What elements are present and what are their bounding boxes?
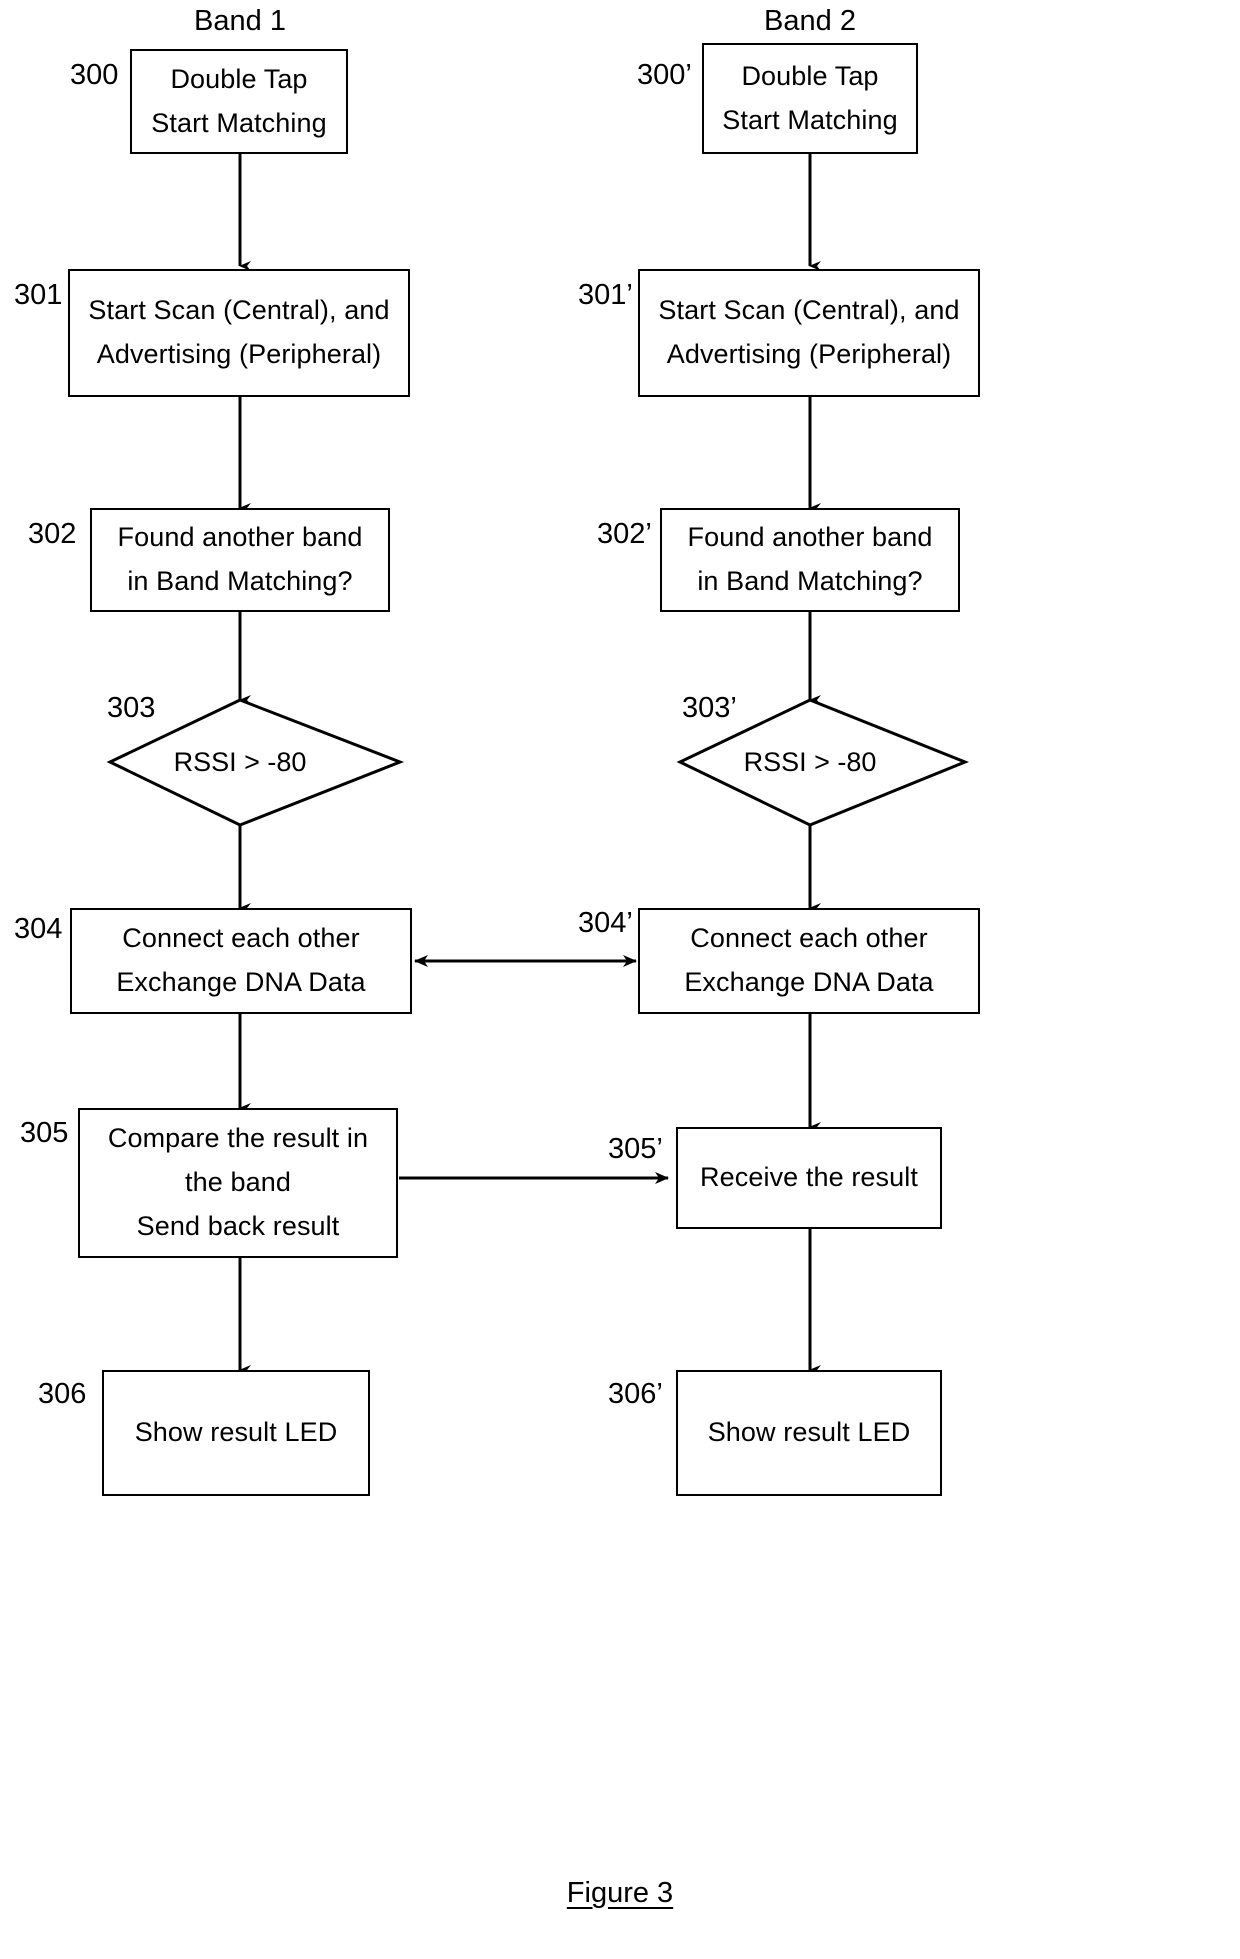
- node-304-line-1: Connect each other: [122, 923, 360, 954]
- node-300-line-2: Start Matching: [151, 107, 327, 138]
- ref-label-304p: 304’: [578, 907, 633, 939]
- node-305p-line-1: Receive the result: [700, 1162, 918, 1193]
- node-305-compare-send-back-result[interactable]: Compare the result in the band Send back…: [78, 1108, 398, 1258]
- ref-label-301p: 301’: [578, 279, 633, 311]
- node-301p-start-scan-advertising[interactable]: Start Scan (Central), and Advertising (P…: [638, 269, 980, 397]
- node-306-show-result-led[interactable]: Show result LED: [102, 1370, 370, 1496]
- node-304p-line-1: Connect each other: [690, 923, 928, 954]
- ref-label-303p: 303’: [682, 692, 737, 724]
- node-301-line-2: Advertising (Peripheral): [96, 339, 382, 369]
- node-300-line-1: Double Tap: [170, 63, 308, 94]
- node-300p-double-tap-start-matching[interactable]: Double Tap Start Matching: [702, 43, 918, 154]
- node-304p-connect-exchange-dna[interactable]: Connect each other Exchange DNA Data: [638, 908, 980, 1014]
- node-304p-line-2: Exchange DNA Data: [684, 967, 934, 997]
- ref-label-304: 304: [14, 913, 63, 945]
- node-304-connect-exchange-dna[interactable]: Connect each other Exchange DNA Data: [70, 908, 412, 1014]
- node-304-line-2: Exchange DNA Data: [116, 967, 366, 997]
- ref-label-306: 306: [38, 1378, 87, 1410]
- node-300p-line-2: Start Matching: [722, 104, 898, 135]
- column-title-band-2: Band 2: [764, 5, 856, 37]
- node-302p-found-another-band[interactable]: Found another band in Band Matching?: [660, 508, 960, 612]
- node-305-line-1: Compare the result in: [107, 1123, 369, 1154]
- node-302p-line-2: in Band Matching?: [697, 566, 923, 596]
- node-300p-line-1: Double Tap: [741, 60, 879, 91]
- ref-label-301: 301: [14, 279, 63, 311]
- node-306p-show-result-led[interactable]: Show result LED: [676, 1370, 942, 1496]
- node-302-line-1: Found another band: [117, 522, 363, 553]
- node-301p-line-1: Start Scan (Central), and: [658, 295, 960, 326]
- ref-label-300p: 300’: [637, 59, 692, 91]
- node-301-line-1: Start Scan (Central), and: [88, 295, 390, 326]
- ref-label-303: 303: [107, 692, 156, 724]
- node-301-start-scan-advertising[interactable]: Start Scan (Central), and Advertising (P…: [68, 269, 410, 397]
- node-302p-line-1: Found another band: [687, 522, 933, 553]
- node-305-line-2: the band: [185, 1167, 291, 1198]
- ref-label-300: 300: [70, 59, 119, 91]
- node-301p-line-2: Advertising (Peripheral): [666, 339, 952, 369]
- ref-label-305p: 305’: [608, 1133, 663, 1165]
- ref-label-302p: 302’: [597, 518, 652, 550]
- node-305-line-3: Send back result: [136, 1210, 340, 1241]
- node-303p-rssi-condition[interactable]: RSSI > -80: [710, 747, 910, 778]
- flowchart-figure: Band 1 Band 2 300 Double Tap Start Match…: [0, 0, 1240, 1959]
- node-300-double-tap-start-matching[interactable]: Double Tap Start Matching: [130, 49, 348, 154]
- node-302-found-another-band[interactable]: Found another band in Band Matching?: [90, 508, 390, 612]
- ref-label-302: 302: [28, 518, 77, 550]
- node-303-rssi-condition[interactable]: RSSI > -80: [140, 747, 340, 778]
- ref-label-305: 305: [20, 1117, 69, 1149]
- node-305p-receive-the-result[interactable]: Receive the result: [676, 1127, 942, 1229]
- ref-label-306p: 306’: [608, 1378, 663, 1410]
- node-306-line-1: Show result LED: [134, 1417, 338, 1448]
- node-306p-line-1: Show result LED: [707, 1417, 911, 1448]
- column-title-band-1: Band 1: [194, 5, 286, 37]
- node-302-line-2: in Band Matching?: [127, 566, 353, 596]
- figure-caption: Figure 3: [566, 1877, 674, 1909]
